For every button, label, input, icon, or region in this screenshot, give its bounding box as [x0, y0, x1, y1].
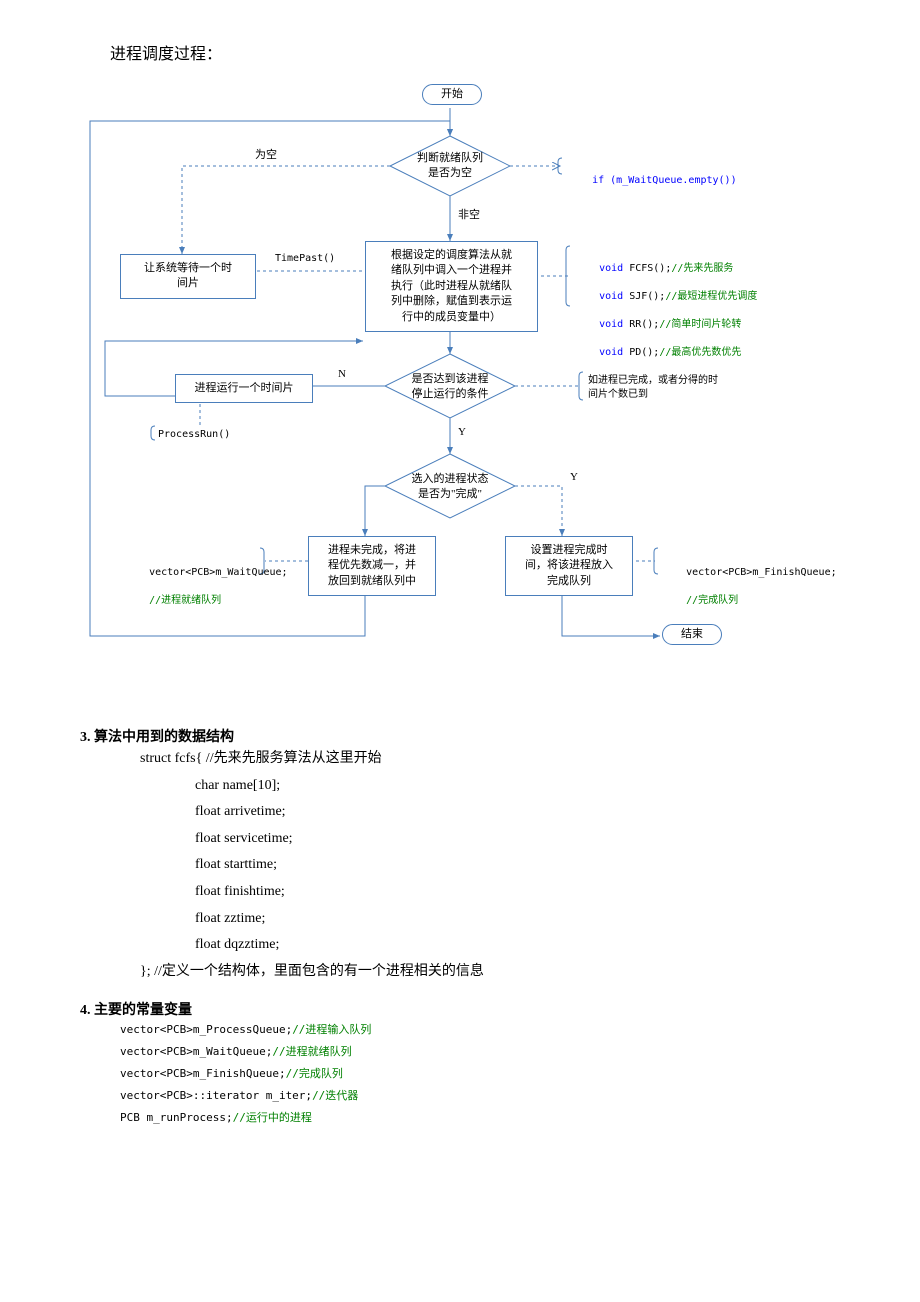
- var-comment: //完成队列: [286, 1067, 343, 1080]
- struct-line: float servicetime;: [195, 826, 860, 853]
- var-code: vector<PCB>m_WaitQueue;: [120, 1045, 272, 1058]
- var-comment: //进程输入队列: [292, 1023, 371, 1036]
- section3-title: 3. 算法中用到的数据结构: [80, 726, 860, 746]
- var-code: vector<PCB>m_ProcessQueue;: [120, 1023, 292, 1036]
- edge-label-y1: Y: [458, 426, 466, 438]
- var-code: vector<PCB>m_FinishQueue;: [120, 1067, 286, 1080]
- struct-line: float zztime;: [195, 906, 860, 933]
- waitqueue-code: vector<PCB>m_WaitQueue;: [149, 567, 287, 578]
- anno-processrun: ProcessRun(): [158, 428, 230, 442]
- var-comment: //迭代器: [312, 1089, 358, 1102]
- flow-decision-finished: 选入的进程状态是否为"完成": [398, 472, 502, 503]
- struct-line: float starttime;: [195, 852, 860, 879]
- anno-algorithms: void FCFS();//先来先服务 void SJF();//最短进程优先调…: [575, 248, 757, 374]
- flow-run-timeslice: 进程运行一个时间片: [175, 374, 313, 403]
- anno-stop-condition: 如进程已完成，或者分得的时间片个数已到: [588, 374, 758, 402]
- section4-title: 4. 主要的常量变量: [80, 999, 860, 1019]
- var-comment: //运行中的进程: [233, 1111, 312, 1124]
- flow-wait-timeslice: 让系统等待一个时间片: [120, 254, 256, 299]
- kw-void-3: void: [599, 319, 623, 330]
- edge-label-nonempty: 非空: [458, 206, 480, 222]
- anno-timepast: TimePast(): [275, 252, 335, 266]
- kw-if: if (m_WaitQueue.empty()): [592, 175, 737, 186]
- struct-line: }; //定义一个结构体，里面包含的有一个进程相关的信息: [140, 959, 860, 986]
- var-line: PCB m_runProcess;//运行中的进程: [120, 1107, 860, 1129]
- finishqueue-code: vector<PCB>m_FinishQueue;: [686, 567, 837, 578]
- var-code: PCB m_runProcess;: [120, 1111, 233, 1124]
- kw-void-4: void: [599, 347, 623, 358]
- anno-wait-queue: vector<PCB>m_WaitQueue; //进程就绪队列: [125, 552, 288, 622]
- algo-rr: RR();: [623, 319, 659, 330]
- algo-pd-c: //最高优先数优先: [659, 347, 741, 358]
- flow-decision-ready-empty: 判断就绪队列是否为空: [405, 151, 495, 182]
- finishqueue-comment: //完成队列: [686, 595, 738, 606]
- flow-end: 结束: [662, 624, 722, 645]
- edge-label-n: N: [338, 368, 346, 380]
- algo-fcfs-c: //先来先服务: [671, 263, 733, 274]
- var-line: vector<PCB>m_FinishQueue;//完成队列: [120, 1063, 860, 1085]
- flow-done: 设置进程完成时间，将该进程放入完成队列: [505, 536, 633, 596]
- flow-dispatch: 根据设定的调度算法从就绪队列中调入一个进程并执行（此时进程从就绪队列中删除，赋值…: [365, 241, 538, 332]
- edge-label-empty: 为空: [255, 146, 277, 162]
- algo-pd: PD();: [623, 347, 659, 358]
- var-comment: //进程就绪队列: [272, 1045, 351, 1058]
- flow-start: 开始: [422, 84, 482, 105]
- flow-decision-stop-cond: 是否达到该进程停止运行的条件: [398, 372, 502, 403]
- struct-line: float arrivetime;: [195, 799, 860, 826]
- struct-line: struct fcfs{ //先来先服务算法从这里开始: [140, 746, 860, 773]
- anno-if-empty: if (m_WaitQueue.empty()): [568, 160, 737, 202]
- struct-definition: struct fcfs{ //先来先服务算法从这里开始 char name[10…: [140, 746, 860, 985]
- algo-rr-c: //简单时间片轮转: [659, 319, 741, 330]
- kw-void-2: void: [599, 291, 623, 302]
- var-line: vector<PCB>::iterator m_iter;//迭代器: [120, 1085, 860, 1107]
- flowchart-container: 开始 判断就绪队列是否为空 为空 非空 if (m_WaitQueue.empt…: [80, 76, 840, 696]
- flow-not-done: 进程未完成，将进程优先数减一，并放回到就绪队列中: [308, 536, 436, 596]
- kw-void-1: void: [599, 263, 623, 274]
- edge-label-y2: Y: [570, 471, 578, 483]
- struct-line: float dqzztime;: [195, 932, 860, 959]
- algo-sjf: SJF();: [623, 291, 665, 302]
- waitqueue-comment: //进程就绪队列: [149, 595, 221, 606]
- var-line: vector<PCB>m_WaitQueue;//进程就绪队列: [120, 1041, 860, 1063]
- struct-line: float finishtime;: [195, 879, 860, 906]
- struct-line: char name[10];: [195, 773, 860, 800]
- algo-sjf-c: //最短进程优先调度: [665, 291, 757, 302]
- algo-fcfs: FCFS();: [623, 263, 671, 274]
- var-line: vector<PCB>m_ProcessQueue;//进程输入队列: [120, 1019, 860, 1041]
- var-code: vector<PCB>::iterator m_iter;: [120, 1089, 312, 1102]
- anno-finish-queue: vector<PCB>m_FinishQueue; //完成队列: [662, 552, 837, 622]
- variables-block: vector<PCB>m_ProcessQueue;//进程输入队列 vecto…: [120, 1019, 860, 1129]
- page-title: 进程调度过程：: [110, 40, 860, 64]
